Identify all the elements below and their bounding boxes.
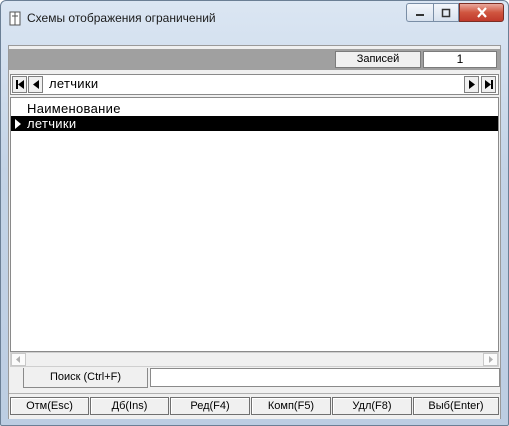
form-body: Записей 1 летчики Наименование летчики П… [8,45,501,419]
first-record-button[interactable] [12,76,27,93]
cancel-button[interactable]: Отм(Esc) [10,397,89,415]
last-record-button[interactable] [481,76,496,93]
close-button[interactable] [459,3,504,22]
search-row: Поиск (Ctrl+F) [9,368,500,390]
edit-button[interactable]: Ред(F4) [170,397,250,415]
column-header-name: Наименование [27,101,121,116]
first-record-icon [15,80,24,89]
copy-button[interactable]: Комп(F5) [251,397,331,415]
minimize-icon [416,13,424,16]
current-record-text: летчики [49,76,99,91]
record-info-bar: Записей 1 [9,49,500,70]
scroll-left-button[interactable] [11,353,26,366]
maximize-icon [441,8,451,17]
next-record-icon [468,80,475,89]
form-icon [9,11,21,26]
window-title: Схемы отображения ограничений [27,11,216,25]
scroll-right-icon [489,356,493,363]
search-label[interactable]: Поиск (Ctrl+F) [23,368,148,388]
caption-buttons [406,3,504,23]
search-input[interactable] [150,368,500,387]
close-icon [476,7,487,18]
next-record-button[interactable] [464,76,479,93]
maximize-button[interactable] [433,3,459,22]
scroll-right-button[interactable] [483,353,498,366]
delete-button[interactable]: Удл(F8) [332,397,412,415]
last-record-icon [484,80,493,89]
prev-record-button[interactable] [28,76,43,93]
column-header[interactable]: Наименование [11,100,498,116]
horizontal-scrollbar[interactable] [10,352,499,367]
records-count: 1 [423,51,497,68]
add-button[interactable]: Дб(Ins) [90,397,169,415]
record-navigator: летчики [10,74,499,95]
row-indicator-icon [15,119,21,129]
minimize-button[interactable] [406,3,433,22]
window: Схемы отображения ограничений Записей 1 [0,0,509,426]
table-row[interactable]: летчики [11,116,498,131]
title-bar[interactable]: Схемы отображения ограничений [1,1,508,35]
prev-record-icon [32,80,39,89]
records-label: Записей [335,51,421,68]
scroll-left-icon [16,356,20,363]
action-button-bar: Отм(Esc) Дб(Ins) Ред(F4) Комп(F5) Удл(F8… [9,393,500,419]
table-cell-name: летчики [27,116,77,131]
select-button[interactable]: Выб(Enter) [413,397,499,415]
records-grid[interactable]: Наименование летчики [10,97,499,352]
